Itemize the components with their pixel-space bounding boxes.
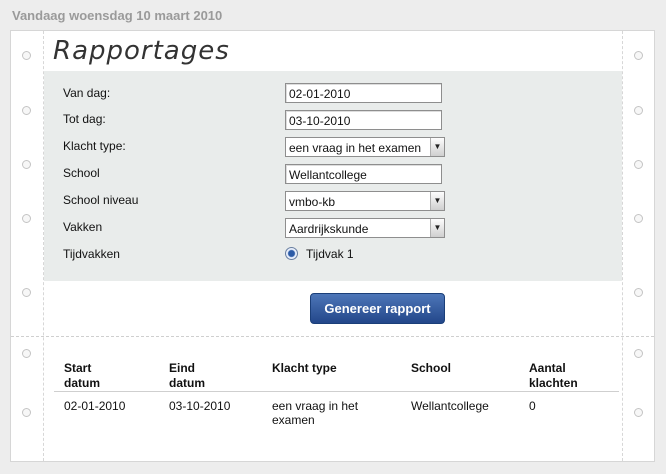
- van-dag-label: Van dag:: [63, 86, 111, 100]
- van-dag-input[interactable]: 02-01-2010: [285, 83, 442, 103]
- generate-report-button[interactable]: Genereer rapport: [310, 293, 445, 324]
- cell-aantal: 0: [529, 399, 536, 413]
- col-header-klacht-type: Klacht type: [272, 361, 337, 375]
- binder-hole-icon: [634, 408, 643, 417]
- binder-hole-icon: [634, 51, 643, 60]
- dropdown-arrow-icon: ▼: [430, 192, 444, 210]
- school-label: School: [63, 166, 100, 180]
- binder-hole-icon: [22, 349, 31, 358]
- section-divider: [11, 336, 654, 337]
- cell-klacht-type: een vraag in het examen: [272, 399, 359, 427]
- report-card: Rapportages Van dag: 02-01-2010 Tot dag:…: [10, 30, 655, 462]
- vakken-value: Aardrijkskunde: [289, 222, 369, 236]
- binder-hole-icon: [634, 349, 643, 358]
- binder-hole-icon: [22, 51, 31, 60]
- binder-hole-icon: [22, 408, 31, 417]
- klacht-type-select[interactable]: een vraag in het examen ▼: [285, 137, 445, 157]
- binder-hole-icon: [22, 160, 31, 169]
- dropdown-arrow-icon: ▼: [430, 219, 444, 237]
- klacht-type-label: Klacht type:: [63, 139, 126, 153]
- page-title: Rapportages: [53, 36, 230, 66]
- school-niveau-select[interactable]: vmbo-kb ▼: [285, 191, 445, 211]
- school-niveau-value: vmbo-kb: [289, 195, 336, 209]
- col-header-school: School: [411, 361, 452, 375]
- vakken-select[interactable]: Aardrijkskunde ▼: [285, 218, 445, 238]
- col-header-start: Start datum: [64, 361, 100, 390]
- tijdvakken-label: Tijdvakken: [63, 247, 120, 261]
- dropdown-arrow-icon: ▼: [430, 138, 444, 156]
- margin-line-right: [622, 31, 623, 461]
- col-header-aantal: Aantal klachten: [529, 361, 578, 390]
- table-divider: [54, 391, 619, 392]
- binder-hole-icon: [634, 106, 643, 115]
- date-header: Vandaag woensdag 10 maart 2010: [12, 8, 223, 23]
- tijdvak-radio[interactable]: [285, 247, 298, 260]
- cell-start-datum: 02-01-2010: [64, 399, 126, 413]
- col-header-eind: Eind datum: [169, 361, 205, 390]
- binder-hole-icon: [634, 288, 643, 297]
- tot-dag-input[interactable]: 03-10-2010: [285, 110, 442, 130]
- tot-dag-label: Tot dag:: [63, 112, 106, 126]
- tijdvak-option-label: Tijdvak 1: [306, 247, 354, 261]
- cell-school: Wellantcollege: [411, 399, 489, 413]
- binder-hole-icon: [22, 106, 31, 115]
- klacht-type-value: een vraag in het examen: [289, 141, 422, 155]
- binder-hole-icon: [634, 160, 643, 169]
- binder-hole-icon: [22, 214, 31, 223]
- vakken-label: Vakken: [63, 220, 103, 234]
- binder-hole-icon: [634, 214, 643, 223]
- filter-form: Van dag: 02-01-2010 Tot dag: 03-10-2010 …: [44, 71, 622, 281]
- school-input[interactable]: Wellantcollege: [285, 164, 442, 184]
- binder-hole-icon: [22, 288, 31, 297]
- cell-eind-datum: 03-10-2010: [169, 399, 231, 413]
- school-niveau-label: School niveau: [63, 193, 139, 207]
